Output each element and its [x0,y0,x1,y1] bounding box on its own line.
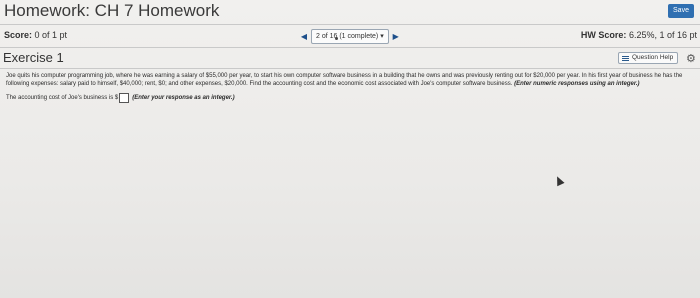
exercise-title: Exercise 1 [3,50,64,65]
homework-title: Homework: CH 7 Homework [4,1,220,20]
score-bar: Score: 0 of 1 pt ◀ 2 of 16 (1 complete) … [0,26,700,46]
problem-hint: (Enter numeric responses using an intege… [514,81,640,87]
previous-question-button[interactable]: ◀ [297,29,311,43]
hw-score-label: HW Score: [580,30,627,40]
divider [0,24,700,25]
score-value: 0 of 1 pt [34,30,68,40]
triangle-left-icon: ◀ [300,31,308,41]
question-selector[interactable]: 2 of 16 (1 complete) ▾ [311,28,389,44]
mouse-cursor-icon [553,174,565,187]
hw-score: HW Score: 6.25%, 1 of 16 pt [581,30,697,40]
save-button[interactable]: Save [668,4,694,18]
next-question-button[interactable]: ▶ [389,29,403,43]
mouse-dot [335,37,338,40]
problem-statement: Joe quits his computer programming job, … [6,72,696,88]
score: Score: 0 of 1 pt [4,30,67,40]
page: Homework: CH 7 Homework Save Score: 0 of… [0,0,700,298]
caret-down-icon: ▾ [380,32,384,40]
header: Homework: CH 7 Homework Save [0,0,700,24]
hw-score-value: 6.25%, 1 of 16 pt [628,30,697,40]
divider [0,47,700,48]
question-help-button[interactable]: Question Help [618,52,678,64]
question-nav: ◀ 2 of 16 (1 complete) ▾ ▶ [297,28,403,44]
answer-hint: (Enter your response as an integer.) [132,95,235,101]
score-label: Score: [4,30,33,40]
triangle-right-icon: ▶ [392,31,399,41]
gear-icon[interactable]: ⚙ [686,52,696,65]
question-selector-label: 2 of 16 (1 complete) [316,32,379,40]
exercise-bar: Exercise 1 Question Help ⚙ [0,49,700,67]
answer-row: The accounting cost of Joe's business is… [6,93,696,103]
question-help-label: Question Help [632,54,674,61]
list-icon [622,55,629,62]
question-content: Joe quits his computer programming job, … [6,72,696,103]
accounting-cost-input[interactable] [119,93,130,103]
divider [0,68,700,69]
answer-prompt: The accounting cost of Joe's business is… [6,95,119,101]
